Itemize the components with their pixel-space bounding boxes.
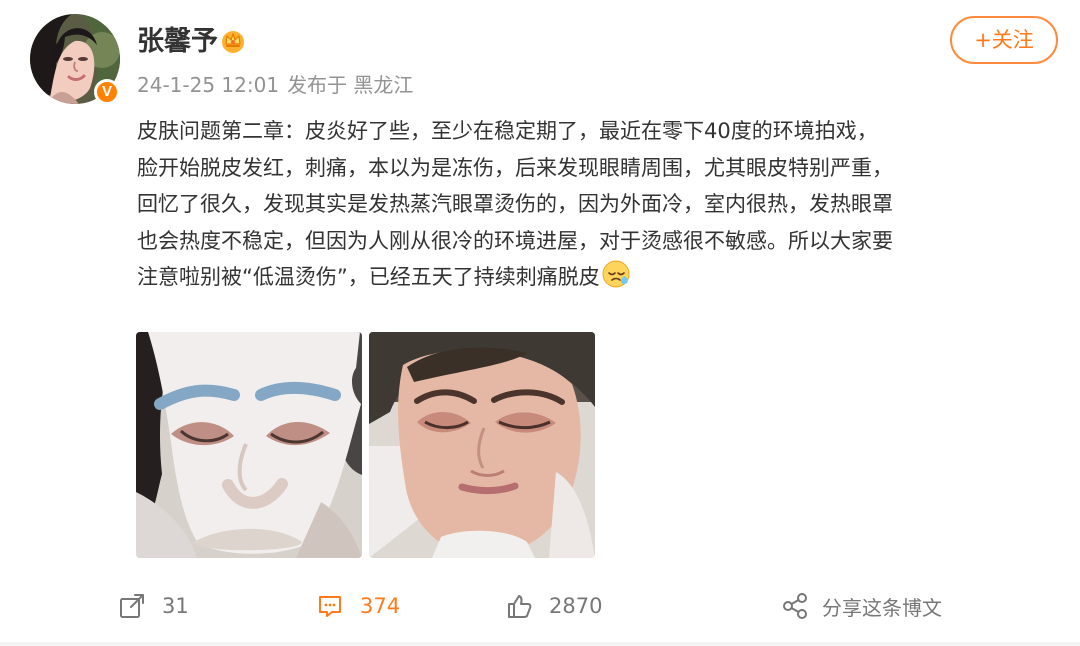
share-label: 分享这条博文: [822, 595, 942, 620]
weibo-post-card: V 张馨予 24-1-25 12:01 发布于 黑龙江 +关注 皮肤问题第二章：皮…: [0, 0, 1080, 646]
share-post-button[interactable]: 分享这条博文: [781, 580, 942, 632]
post-text-line: 也会热度不稳定，但因为人刚从很冷的环境进屋，对于烫感很不敏感。所以大家要: [137, 228, 893, 253]
author-avatar-wrapper[interactable]: V: [30, 14, 122, 106]
post-text: 皮肤问题第二章：皮炎好了些，至少在稳定期了，最近在零下40度的环境拍戏， 脸开始…: [137, 113, 1065, 296]
share-icon: [783, 593, 807, 619]
thumbs-up-icon: [508, 595, 532, 618]
bottom-divider: [0, 642, 1080, 646]
post-image-face-mask[interactable]: [136, 332, 362, 558]
comment-icon: [319, 596, 341, 617]
comment-button[interactable]: 374: [316, 580, 400, 632]
post-text-line: 回忆了很久，发现其实是发热蒸汽眼罩烫伤的，因为外面冷，室内很热，发热眼罩: [137, 192, 893, 216]
repost-count: 31: [162, 594, 189, 618]
post-text-line: 皮肤问题第二章：皮炎好了些，至少在稳定期了，最近在零下40度的环境拍戏，: [137, 119, 878, 143]
post-time[interactable]: 24-1-25 12:01: [137, 70, 279, 100]
follow-button[interactable]: +关注: [950, 16, 1058, 64]
crown-icon: [222, 31, 244, 53]
sleepy-face-emoji: [602, 260, 630, 288]
like-count: 2870: [549, 594, 603, 618]
verified-icon: V: [94, 79, 120, 105]
post-image-face[interactable]: [369, 332, 595, 558]
post-action-bar: 31 374 2870 分享这条博文: [0, 580, 1080, 632]
author-name[interactable]: 张馨予: [137, 25, 218, 59]
post-meta: 24-1-25 12:01 发布于 黑龙江: [137, 70, 413, 100]
comment-count: 374: [360, 594, 401, 618]
post-text-line: 脸开始脱皮发红，刺痛，本以为是冻伤，后来发现眼睛周围，尤其眼皮特别严重，: [137, 155, 893, 180]
repost-button[interactable]: 31: [118, 580, 189, 632]
post-text-final: 注意啦别被“低温烫伤”，已经五天了持续刺痛脱皮: [137, 265, 600, 289]
post-location: 发布于 黑龙江: [287, 73, 414, 97]
like-button[interactable]: 2870: [505, 580, 602, 632]
post-text-line-last: 注意啦别被“低温烫伤”，已经五天了持续刺痛脱皮: [137, 259, 1065, 296]
repost-icon: [120, 594, 144, 618]
face-mask-photo: [136, 332, 362, 558]
face-photo: [369, 332, 595, 558]
